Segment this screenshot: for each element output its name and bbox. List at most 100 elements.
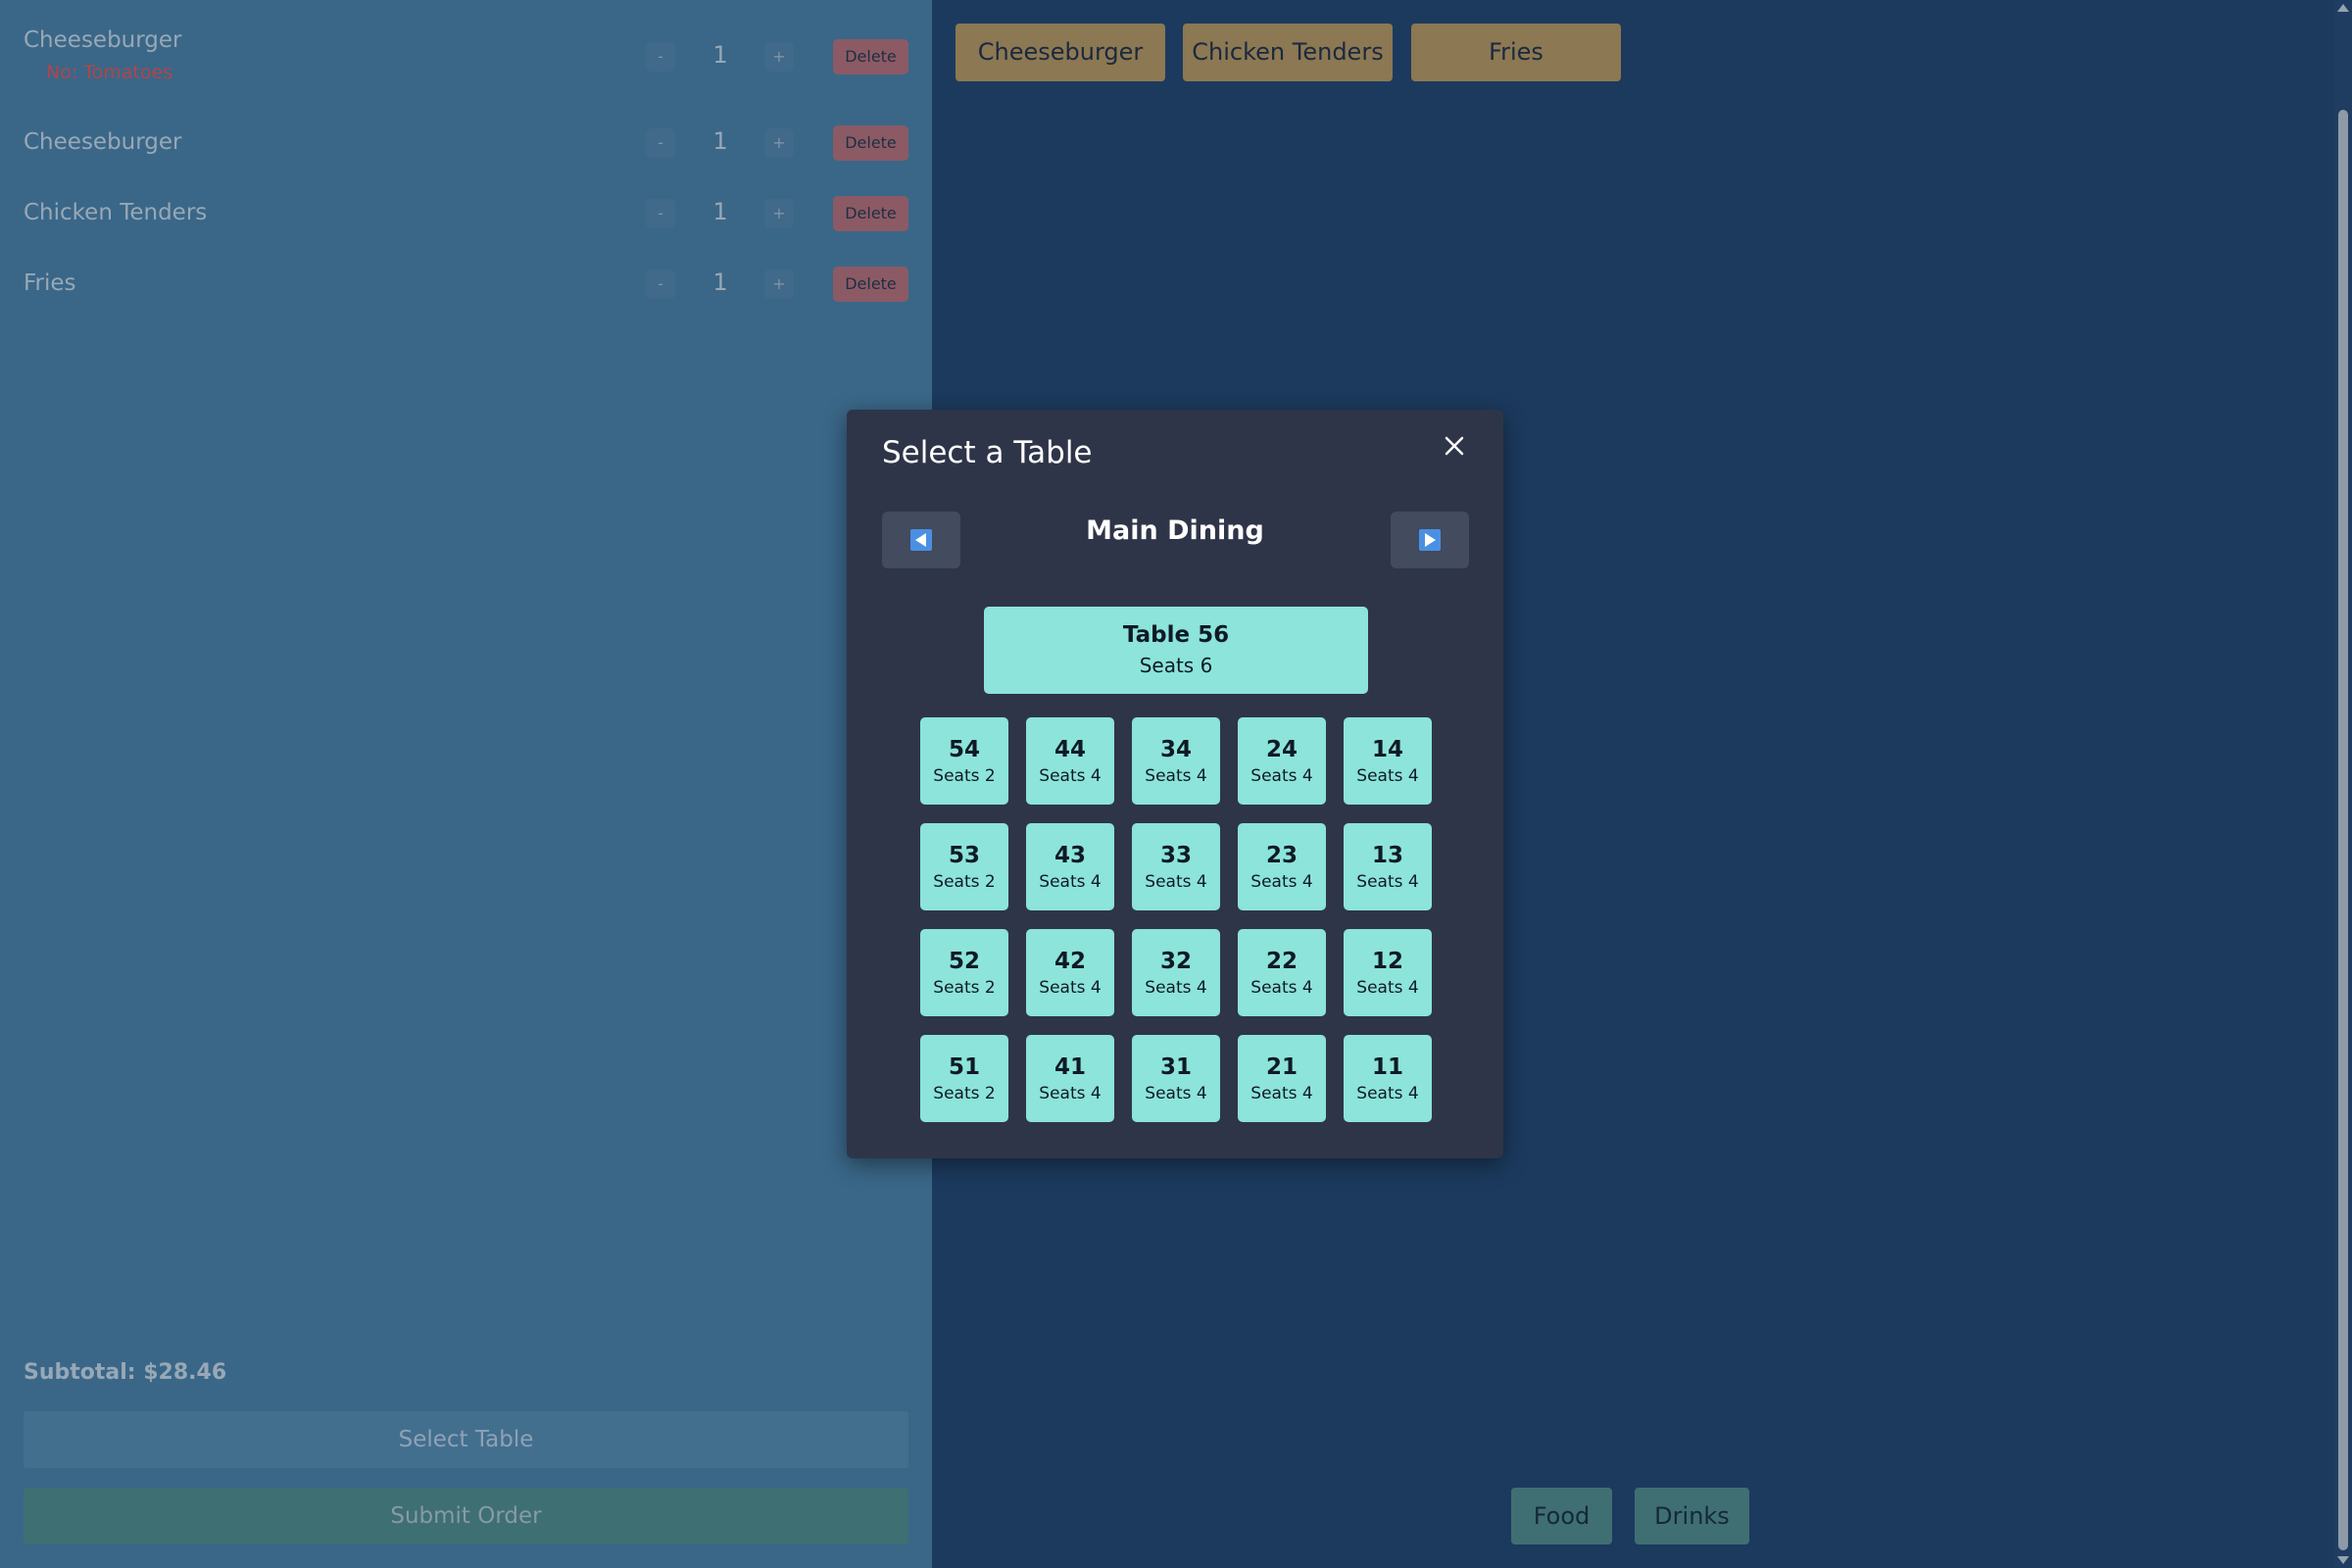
table-seats: Seats 4 <box>1250 1084 1313 1103</box>
quantity-value: 1 <box>712 127 728 155</box>
order-item-modifier: No: Tomatoes <box>46 62 173 83</box>
table-seats: Seats 4 <box>1356 872 1419 892</box>
select-table-button[interactable]: Select Table <box>24 1411 908 1468</box>
next-section-button[interactable] <box>1391 512 1469 568</box>
table-button[interactable]: 41 Seats 4 <box>1026 1035 1114 1122</box>
subtotal-label: Subtotal: <box>24 1360 144 1385</box>
delete-item-button[interactable]: Delete <box>833 267 908 302</box>
category-food-button[interactable]: Food <box>1511 1488 1612 1544</box>
table-seats: Seats 4 <box>1145 978 1207 998</box>
table-button[interactable]: 43 Seats 4 <box>1026 823 1114 910</box>
scrollbar-thumb[interactable] <box>2338 110 2348 1550</box>
table-seats: Seats 4 <box>1039 766 1102 786</box>
table-button[interactable]: 32 Seats 4 <box>1132 929 1220 1016</box>
decrease-qty-button[interactable]: - <box>646 199 675 228</box>
table-button[interactable]: 33 Seats 4 <box>1132 823 1220 910</box>
scrollbar[interactable] <box>2334 0 2352 1568</box>
category-drinks-button[interactable]: Drinks <box>1635 1488 1749 1544</box>
table-number: 34 <box>1159 737 1192 762</box>
menu-item-cheeseburger-button[interactable]: Cheeseburger <box>956 24 1165 81</box>
table-seats: Seats 6 <box>1139 654 1213 677</box>
order-item-name: Cheeseburger <box>24 27 182 53</box>
table-button[interactable]: 54 Seats 2 <box>920 717 1008 805</box>
menu-item-fries-button[interactable]: Fries <box>1411 24 1621 81</box>
table-button[interactable]: 22 Seats 4 <box>1238 929 1326 1016</box>
table-seats: Seats 4 <box>1250 766 1313 786</box>
quantity-value: 1 <box>712 198 728 225</box>
table-button[interactable]: 42 Seats 4 <box>1026 929 1114 1016</box>
table-number: 53 <box>948 843 980 868</box>
table-number: 54 <box>948 737 980 762</box>
delete-item-button[interactable]: Delete <box>833 196 908 231</box>
close-icon[interactable] <box>1440 431 1469 461</box>
submit-order-button[interactable]: Submit Order <box>24 1488 908 1544</box>
table-number: 23 <box>1265 843 1298 868</box>
table-button[interactable]: 44 Seats 4 <box>1026 717 1114 805</box>
table-button[interactable]: 23 Seats 4 <box>1238 823 1326 910</box>
table-button[interactable]: 31 Seats 4 <box>1132 1035 1220 1122</box>
table-seats: Seats 2 <box>933 766 996 786</box>
table-button[interactable]: 14 Seats 4 <box>1344 717 1432 805</box>
table-button[interactable]: 53 Seats 2 <box>920 823 1008 910</box>
table-number: 32 <box>1159 949 1192 974</box>
table-56-button[interactable]: Table 56 Seats 6 <box>984 607 1368 694</box>
table-seats: Seats 4 <box>1145 766 1207 786</box>
scroll-down-arrow-icon[interactable] <box>2337 1556 2349 1564</box>
decrease-qty-button[interactable]: - <box>646 128 675 158</box>
table-number: 43 <box>1054 843 1086 868</box>
table-button[interactable]: 21 Seats 4 <box>1238 1035 1326 1122</box>
order-item-name: Cheeseburger <box>24 129 182 155</box>
table-number: 22 <box>1265 949 1298 974</box>
table-button[interactable]: 11 Seats 4 <box>1344 1035 1432 1122</box>
table-number: 24 <box>1265 737 1298 762</box>
table-button[interactable]: 24 Seats 4 <box>1238 717 1326 805</box>
scroll-up-arrow-icon[interactable] <box>2337 4 2349 12</box>
order-item-name: Fries <box>24 270 76 296</box>
table-number: 31 <box>1159 1054 1192 1080</box>
arrow-left-icon <box>910 529 932 551</box>
table-button[interactable]: 51 Seats 2 <box>920 1035 1008 1122</box>
increase-qty-button[interactable]: + <box>764 270 794 299</box>
table-button[interactable]: 52 Seats 2 <box>920 929 1008 1016</box>
quantity-value: 1 <box>712 41 728 69</box>
decrease-qty-button[interactable]: - <box>646 270 675 299</box>
table-label: Table 56 <box>1122 622 1230 648</box>
table-number: 33 <box>1159 843 1192 868</box>
menu-item-chicken-tenders-button[interactable]: Chicken Tenders <box>1183 24 1393 81</box>
table-number: 52 <box>948 949 980 974</box>
table-seats: Seats 4 <box>1039 1084 1102 1103</box>
order-panel: Cheeseburger No: Tomatoes - 1 + Delete C… <box>0 0 932 1568</box>
table-seats: Seats 4 <box>1145 1084 1207 1103</box>
section-title: Main Dining <box>1086 515 1264 546</box>
delete-item-button[interactable]: Delete <box>833 39 908 74</box>
table-seats: Seats 4 <box>1356 766 1419 786</box>
table-number: 11 <box>1371 1054 1403 1080</box>
table-number: 14 <box>1371 737 1403 762</box>
delete-item-button[interactable]: Delete <box>833 125 908 161</box>
table-seats: Seats 4 <box>1356 1084 1419 1103</box>
table-number: 13 <box>1371 843 1403 868</box>
table-seats: Seats 2 <box>933 978 996 998</box>
table-button[interactable]: 34 Seats 4 <box>1132 717 1220 805</box>
table-seats: Seats 4 <box>1145 872 1207 892</box>
table-number: 21 <box>1265 1054 1298 1080</box>
quantity-value: 1 <box>712 269 728 296</box>
table-number: 42 <box>1054 949 1086 974</box>
modal-title: Select a Table <box>882 435 1093 470</box>
table-button[interactable]: 12 Seats 4 <box>1344 929 1432 1016</box>
table-seats: Seats 4 <box>1356 978 1419 998</box>
increase-qty-button[interactable]: + <box>764 42 794 72</box>
subtotal-value: $28.46 <box>143 1360 227 1385</box>
subtotal: Subtotal: $28.46 <box>24 1360 226 1385</box>
arrow-right-icon <box>1419 529 1441 551</box>
table-seats: Seats 4 <box>1039 978 1102 998</box>
table-seats: Seats 4 <box>1250 872 1313 892</box>
decrease-qty-button[interactable]: - <box>646 42 675 72</box>
increase-qty-button[interactable]: + <box>764 128 794 158</box>
increase-qty-button[interactable]: + <box>764 199 794 228</box>
table-number: 51 <box>948 1054 980 1080</box>
table-seats: Seats 4 <box>1250 978 1313 998</box>
table-button[interactable]: 13 Seats 4 <box>1344 823 1432 910</box>
order-item-name: Chicken Tenders <box>24 200 208 225</box>
table-seats: Seats 2 <box>933 872 996 892</box>
